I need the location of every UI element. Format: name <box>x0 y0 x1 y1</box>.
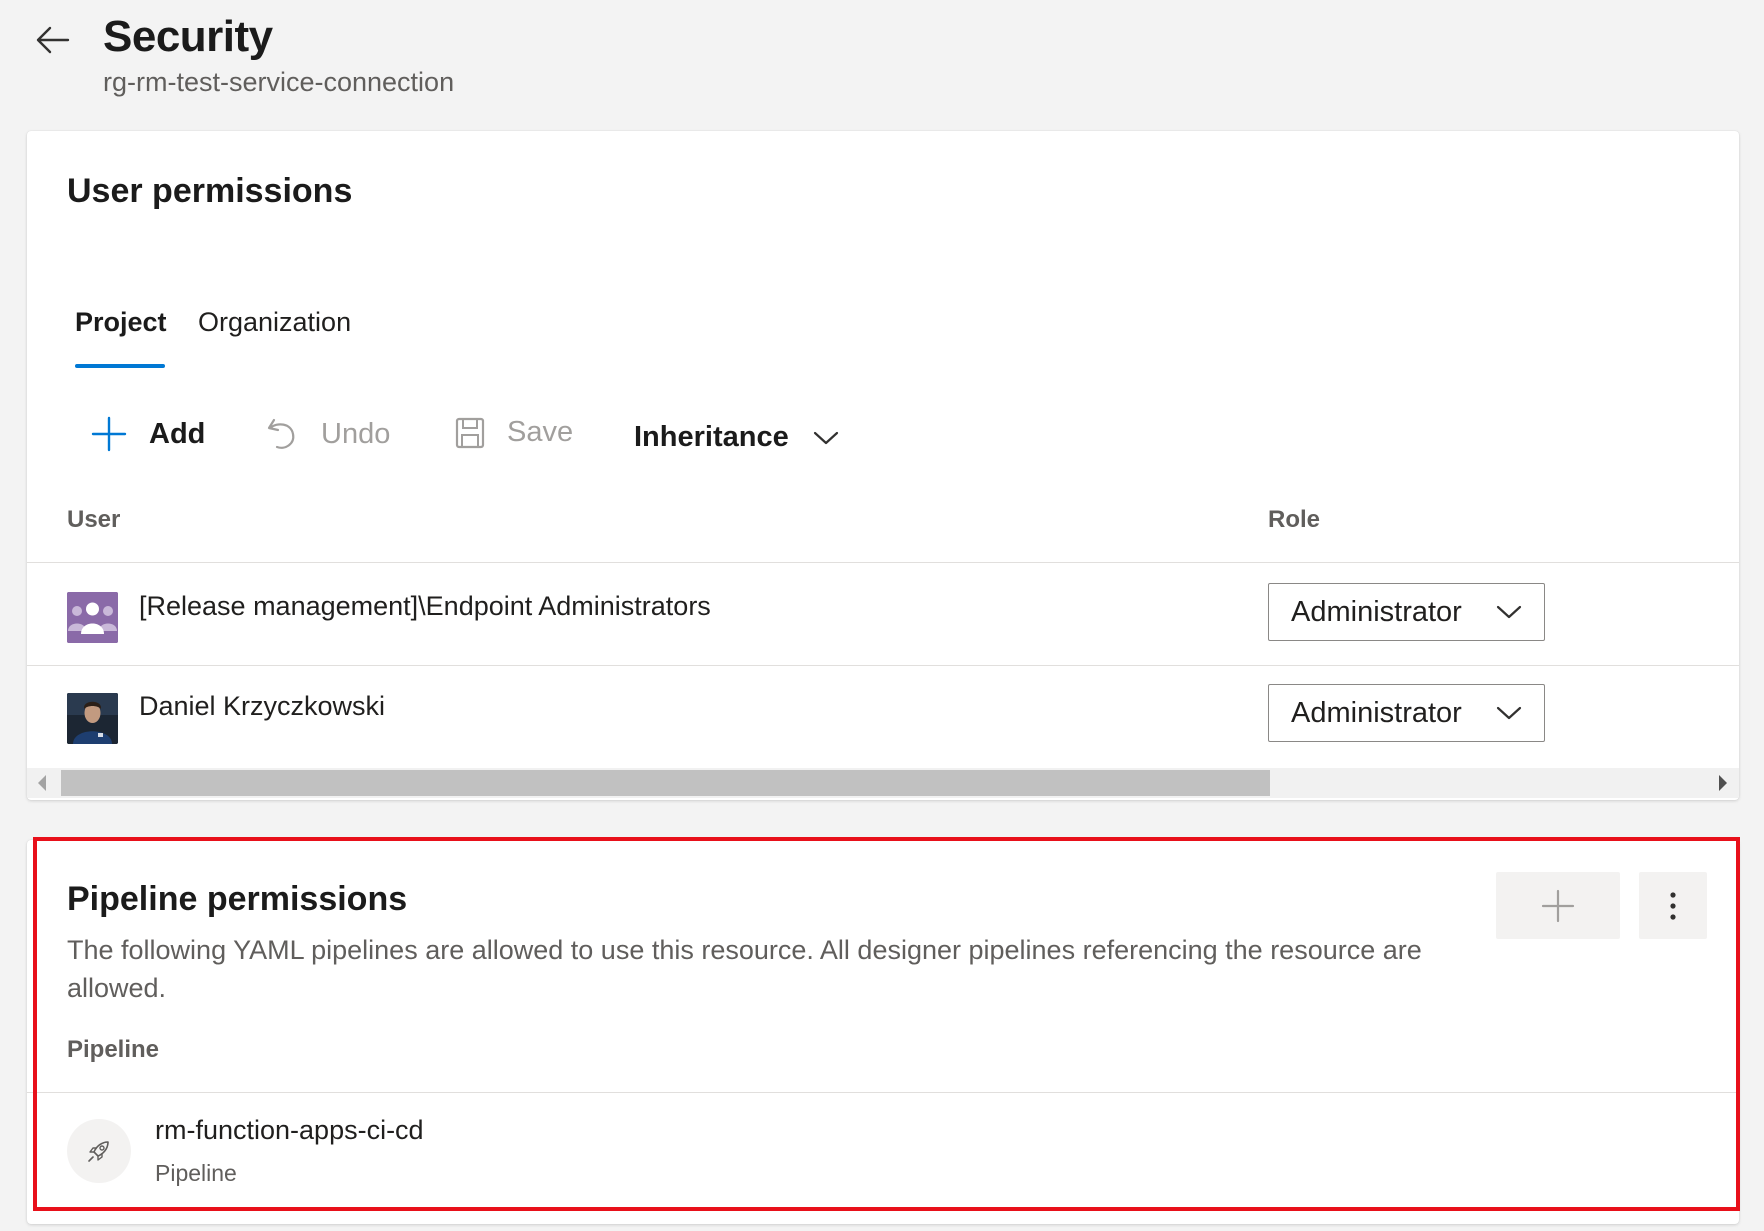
active-tab-indicator <box>75 364 165 368</box>
chevron-down-icon <box>1496 605 1522 619</box>
undo-label: Undo <box>321 417 391 450</box>
user-avatar <box>67 693 118 744</box>
plus-icon <box>91 416 127 452</box>
column-header-role: Role <box>1268 506 1321 533</box>
add-label: Add <box>149 417 206 450</box>
person-photo-icon <box>67 693 118 744</box>
add-button[interactable]: Add <box>91 416 205 452</box>
tab-organization[interactable]: Organization <box>198 307 351 338</box>
inheritance-label: Inheritance <box>634 421 789 453</box>
scroll-right-arrow-icon[interactable] <box>1719 775 1727 791</box>
save-button[interactable]: Save <box>455 416 573 449</box>
chevron-down-icon <box>1496 706 1522 720</box>
column-header-user: User <box>67 506 121 533</box>
undo-icon <box>267 418 295 449</box>
highlight-annotation <box>33 837 1740 1211</box>
role-dropdown[interactable]: Administrator <box>1268 684 1545 742</box>
inheritance-dropdown[interactable]: Inheritance <box>634 421 839 454</box>
group-icon <box>67 592 118 643</box>
page-title: Security <box>103 12 273 61</box>
chevron-down-icon <box>813 431 838 444</box>
back-button[interactable] <box>30 18 74 62</box>
role-dropdown[interactable]: Administrator <box>1268 583 1545 641</box>
save-label: Save <box>507 416 574 448</box>
horizontal-scrollbar[interactable] <box>27 768 1739 798</box>
user-name: Daniel Krzyczkowski <box>139 691 386 721</box>
header-divider <box>27 562 1739 563</box>
role-value: Administrator <box>1291 595 1462 628</box>
save-icon <box>455 417 485 448</box>
undo-button[interactable]: Undo <box>265 416 390 452</box>
scrollbar-thumb[interactable] <box>61 770 1270 796</box>
group-avatar <box>67 592 118 643</box>
page-subtitle: rg-rm-test-service-connection <box>103 67 455 97</box>
user-name: [Release management]\Endpoint Administra… <box>139 591 711 621</box>
row-divider <box>27 665 1739 666</box>
arrow-left-icon <box>36 26 70 54</box>
user-permissions-title: User permissions <box>67 172 353 210</box>
user-permissions-card: User permissions Project Organization Ad… <box>27 131 1739 800</box>
role-value: Administrator <box>1291 696 1462 729</box>
tab-project[interactable]: Project <box>75 307 167 338</box>
scroll-left-arrow-icon[interactable] <box>38 775 46 791</box>
